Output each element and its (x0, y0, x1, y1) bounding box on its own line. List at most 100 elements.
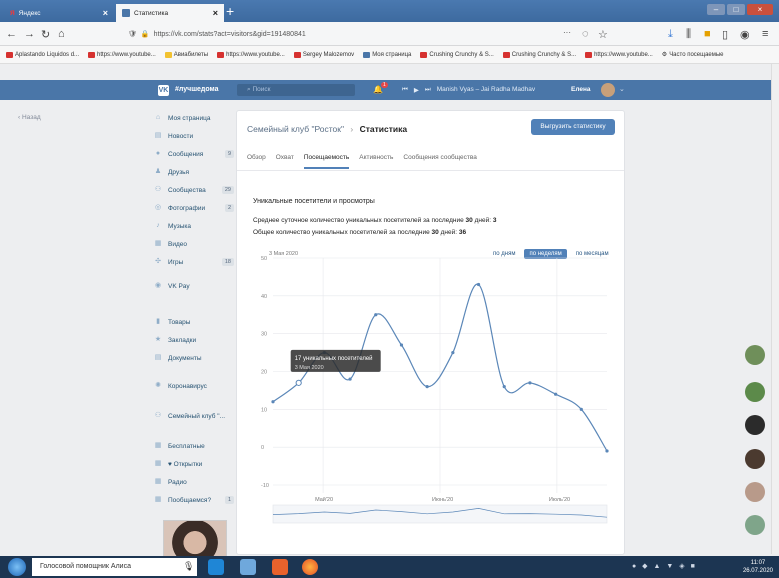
skype-icon[interactable] (208, 559, 224, 575)
sidebar-item-radio[interactable]: ▦ Радио (154, 476, 234, 488)
start-button[interactable] (8, 558, 26, 576)
app-icon[interactable] (240, 559, 256, 575)
bookmark[interactable]: Crushing Crunchy & S... (420, 51, 494, 58)
office-icon[interactable] (272, 559, 288, 575)
pocket-icon[interactable]: ◌ (582, 28, 589, 40)
page-title: Статистика (359, 124, 408, 134)
new-tab-button[interactable]: + (226, 3, 234, 19)
tray-icons[interactable]: ● ◆ ▲ ▼ ◈ ■ (632, 563, 697, 570)
sidebar-item-music[interactable]: ♪ Музыка (154, 220, 234, 232)
reload-icon[interactable]: ↻ (41, 28, 50, 41)
sidebar-item-messages[interactable]: ● Сообщения 9 (154, 148, 234, 160)
friend-avatar[interactable] (745, 515, 765, 535)
window-close-button[interactable]: × (747, 4, 773, 15)
star-icon[interactable]: ☆ (598, 28, 608, 41)
more-icon[interactable]: ··· (563, 28, 571, 37)
minimize-button[interactable]: – (707, 4, 725, 15)
sidebar-item-label: Пообщаемся? (168, 496, 212, 504)
friend-avatar[interactable] (745, 449, 765, 469)
count-badge: 29 (221, 186, 234, 194)
sidebar-item-cards[interactable]: ▦ ♥ Открытки (154, 458, 234, 470)
sidebar-item-communities[interactable]: ⚇ Сообщества 29 (154, 184, 234, 196)
clock[interactable]: 11:07 26.07.2020 (743, 559, 773, 575)
bookmark-label: https://www.youtube... (594, 51, 653, 58)
close-icon[interactable]: × (103, 8, 108, 18)
bookmark[interactable]: https://www.youtube... (217, 51, 285, 58)
library-icon[interactable]: ⫼ (686, 28, 691, 41)
friend-avatar[interactable] (745, 345, 765, 365)
extension-icon[interactable]: ■ (704, 28, 711, 40)
tab-activity[interactable]: Активность (359, 154, 393, 169)
sidebar-item-friends[interactable]: ♟ Друзья (154, 166, 234, 178)
sidebar-item-chat[interactable]: ▦ Пообщаемся? 1 (154, 494, 234, 506)
address-bar[interactable]: 🛡 🔒 https://vk.com/stats?act=visitors&gi… (128, 27, 608, 41)
account-icon[interactable]: ◉ (740, 28, 750, 41)
avatar[interactable] (601, 83, 615, 97)
bookmark[interactable]: Авиабилеты (164, 51, 208, 58)
tab-attendance[interactable]: Посещаемость (303, 154, 350, 169)
sidebar-icon[interactable]: ▯ (722, 28, 728, 41)
search-input[interactable]: ⌕ Поиск (237, 84, 355, 96)
apps-icon: ▦ (154, 460, 162, 467)
voice-assistant-field[interactable]: Голосовой помощник Алиса (32, 558, 197, 576)
tab-yandex[interactable]: Я Яндекс × (4, 4, 114, 22)
maximize-button[interactable]: □ (727, 4, 745, 15)
bookmark[interactable]: Sergey Malozemov (293, 51, 354, 58)
breadcrumb-group[interactable]: Семейный клуб "Росток" (247, 124, 344, 134)
bookmark[interactable]: Crushing Crunchy & S... (502, 51, 576, 58)
user-name[interactable]: Елена (571, 86, 591, 93)
visitors-chart[interactable]: 3 Мая 2020 -10 0 10 20 30 40 50 Май'20 Июнь'20 Июл… (237, 241, 624, 556)
menu-icon[interactable]: ≡ (762, 28, 768, 40)
export-stats-button[interactable]: Выгрузить статистику (531, 119, 615, 135)
vk-icon (122, 9, 130, 17)
friend-avatar[interactable] (745, 382, 765, 402)
news-icon: ▤ (154, 132, 162, 139)
bookmark[interactable]: Моя страница (363, 51, 411, 58)
back-link[interactable]: ‹ Назад (18, 114, 41, 121)
sidebar-item-free[interactable]: ▦ Бесплатные (154, 440, 234, 452)
page-scrollbar[interactable] (771, 64, 779, 554)
sidebar-item-bookmarks[interactable]: ★ Закладки (154, 334, 234, 346)
bookmark[interactable]: ⚙ Часто посещаемые (662, 51, 724, 59)
bookmark[interactable]: https://www.youtube... (88, 51, 156, 58)
profile-photo[interactable] (163, 520, 227, 558)
star-icon: ★ (154, 336, 162, 343)
system-tray: ● ◆ ▲ ▼ ◈ ■ (632, 562, 697, 570)
sidebar-item-coronavirus[interactable]: ✺ Коронавирус (154, 380, 234, 392)
sidebar-item-documents[interactable]: ▤ Документы (154, 352, 234, 364)
sidebar-item-my-page[interactable]: ⌂ Моя страница (154, 112, 234, 124)
y-tick-label: 20 (261, 370, 267, 376)
count-badge: 9 (224, 150, 234, 158)
sidebar-item-video[interactable]: ▦ Видео (154, 238, 234, 250)
close-icon[interactable]: × (213, 8, 218, 18)
chevron-down-icon[interactable]: ⌄ (619, 85, 625, 93)
play-icon[interactable]: ▶ (414, 86, 419, 94)
vk-logo-icon[interactable]: VK (158, 85, 169, 96)
sidebar-item-games[interactable]: ✣ Игры 18 (154, 256, 234, 268)
friend-avatar[interactable] (745, 482, 765, 502)
home-icon[interactable]: ⌂ (58, 28, 65, 40)
section-subtitle: Уникальные посетители и просмотры (253, 198, 375, 205)
firefox-icon[interactable] (302, 559, 318, 575)
sidebar-item-vkpay[interactable]: ◉ VK Pay (154, 280, 234, 292)
tab-overview[interactable]: Обзор (247, 154, 266, 169)
forward-arrow-icon[interactable]: → (24, 28, 35, 40)
statistics-panel: Семейный клуб "Росток" › Статистика Выгр… (236, 110, 625, 555)
sidebar-item-photos[interactable]: ◎ Фотографии 2 (154, 202, 234, 214)
next-icon[interactable]: ⏭ (425, 86, 431, 94)
sidebar-item-news[interactable]: ▤ Новости (154, 130, 234, 142)
tab-statistics[interactable]: Статистика × (116, 4, 224, 22)
friend-avatar[interactable] (745, 415, 765, 435)
tab-community-messages[interactable]: Сообщения сообщества (403, 154, 476, 169)
track-title[interactable]: Manish Vyas – Jai Radha Madhav (437, 86, 535, 94)
bookmark[interactable]: https://www.youtube... (585, 51, 653, 58)
download-icon[interactable]: ⤓ (668, 28, 673, 41)
microphone-icon[interactable]: 🎙 (183, 561, 194, 572)
community-tag[interactable]: #лучшедома (175, 86, 219, 93)
sidebar-item-goods[interactable]: ▮ Товары (154, 316, 234, 328)
back-arrow-icon[interactable]: ← (6, 28, 17, 40)
sidebar-item-family-club[interactable]: ⚇ Семейный клуб "... (154, 410, 234, 422)
prev-icon[interactable]: ⏮ (402, 86, 408, 94)
bookmark[interactable]: Aplastando Liquidos d... (6, 51, 79, 58)
tab-reach[interactable]: Охват (276, 154, 294, 169)
